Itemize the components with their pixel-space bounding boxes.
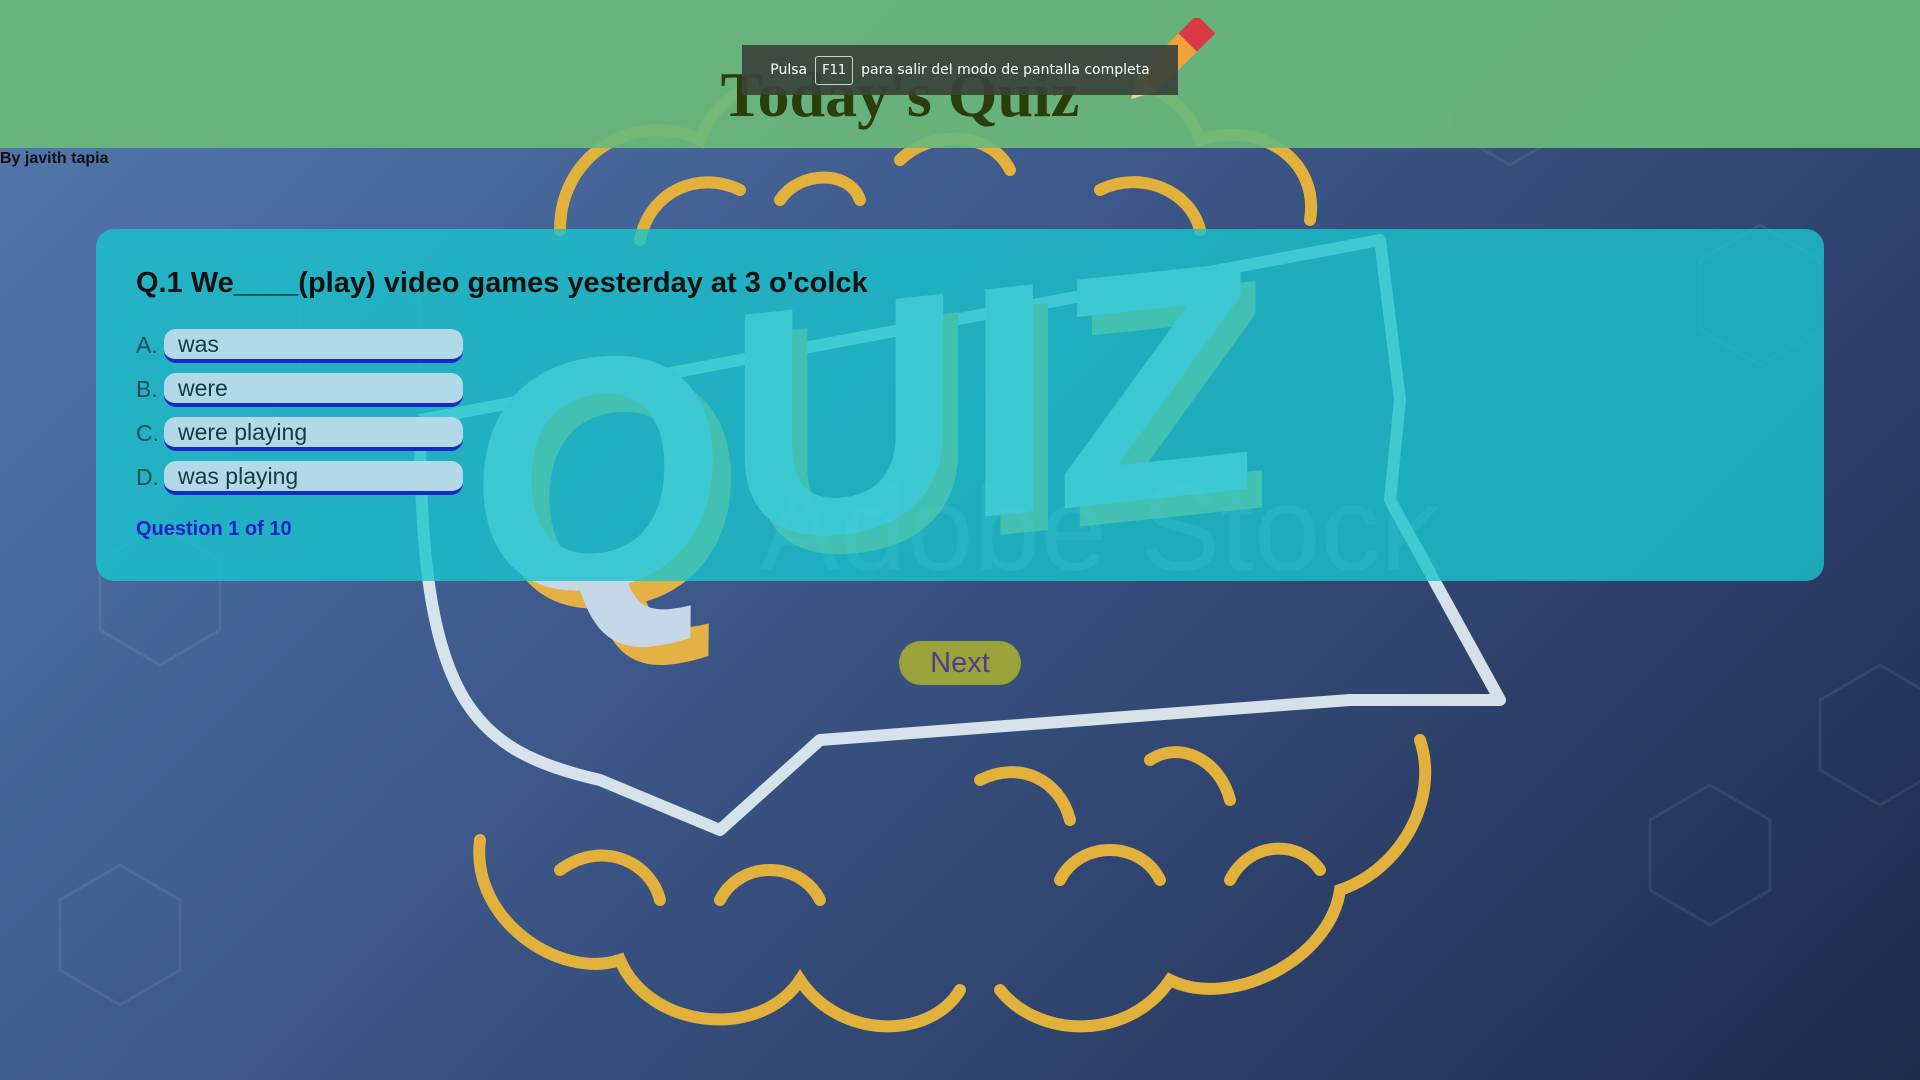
answer-options: A. was B. were C. were playing D. was pl… [136, 323, 463, 499]
option-letter: D. [136, 463, 159, 490]
option-letter: A. [136, 331, 158, 358]
fullscreen-notice-prefix: Pulsa [770, 62, 808, 78]
option-c-button[interactable]: were playing [164, 416, 463, 450]
fullscreen-notice-suffix: para salir del modo de pantalla completa [861, 62, 1150, 78]
option-b: B. were [136, 367, 463, 411]
question-text: Q.1 We____(play) video games yesterday a… [136, 267, 868, 299]
fullscreen-notice: Pulsa F11 para salir del modo de pantall… [742, 45, 1178, 95]
author-credit: By javith tapia [0, 150, 109, 167]
next-button[interactable]: Next [899, 641, 1021, 685]
option-a: A. was [136, 323, 463, 367]
option-b-button[interactable]: were [164, 372, 463, 406]
option-d-button[interactable]: was playing [164, 460, 463, 494]
option-letter: C. [136, 419, 159, 446]
option-letter: B. [136, 375, 158, 402]
quiz-card: Q.1 We____(play) video games yesterday a… [96, 229, 1824, 581]
option-a-button[interactable]: was [164, 328, 463, 362]
question-progress: Question 1 of 10 [136, 518, 292, 540]
option-c: C. were playing [136, 411, 463, 455]
f11-key-badge: F11 [815, 55, 854, 85]
option-d: D. was playing [136, 455, 463, 499]
